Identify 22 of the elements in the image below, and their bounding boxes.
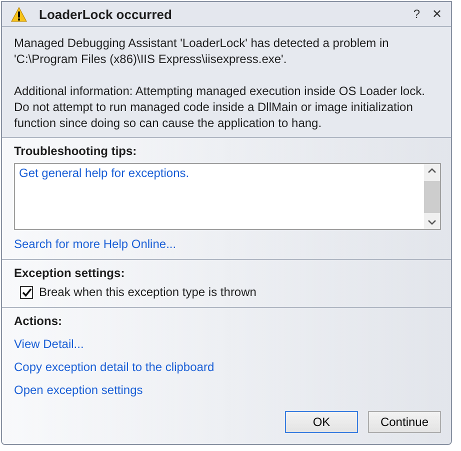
help-button[interactable]: ? [410, 7, 423, 21]
warning-icon [11, 6, 27, 22]
scroll-down-icon[interactable] [428, 220, 436, 225]
message-text: Additional information: Attempting managed execution inside OS Loader lock. Do not attempt to run managed code inside a DllMain or image initialization function since doing so can cause the application to hang. [14, 83, 426, 131]
help-link[interactable]: Get general help for exceptions. [19, 166, 420, 180]
scroll-up-icon[interactable] [428, 168, 436, 173]
dialog-button[interactable]: Continue [368, 411, 441, 433]
scrollbar-thumb[interactable] [424, 180, 440, 212]
action-link[interactable]: Copy exception detail to the clipboard [14, 360, 441, 374]
window-title: LoaderLock occurred [39, 6, 173, 22]
scrollbar[interactable] [424, 164, 440, 229]
close-button[interactable]: ✕ [429, 7, 445, 21]
checkbox-label: Break when this exception type is thrown [39, 285, 256, 299]
message-text: Managed Debugging Assistant 'LoaderLock' has detected a problem in 'C:\Program Files (x86)\IIS Express\iisexpress.exe'. [14, 35, 390, 67]
checkbox[interactable] [20, 286, 33, 298]
section-heading: Exception settings: [14, 266, 126, 280]
dialog-button[interactable]: OK [285, 411, 358, 433]
search-link[interactable]: Search for more Help Online... [14, 237, 441, 251]
action-link[interactable]: View Detail... [14, 337, 441, 351]
section-heading: Actions: [14, 314, 63, 328]
section-heading: Troubleshooting tips: [14, 144, 138, 158]
action-link[interactable]: Open exception settings [14, 383, 441, 397]
